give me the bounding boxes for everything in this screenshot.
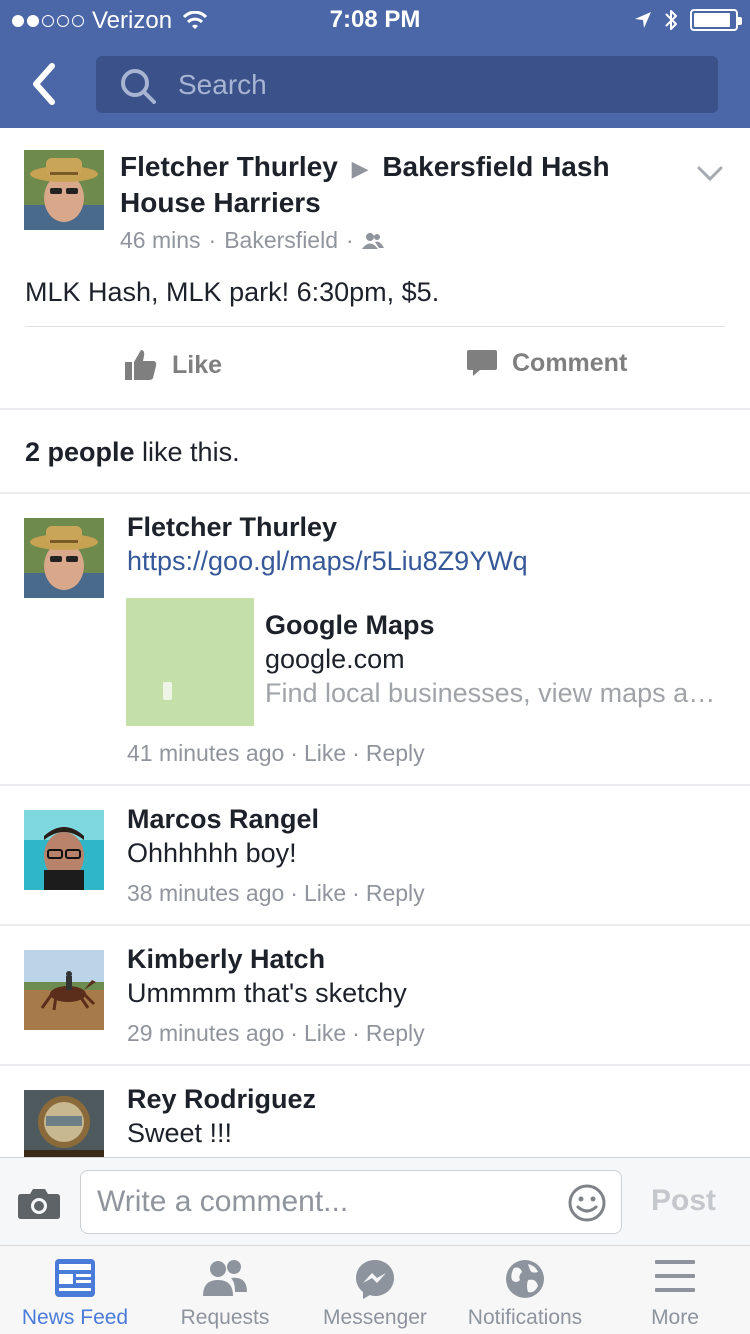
post-text: MLK Hash, MLK park! 6:30pm, $5. [25,277,440,307]
tab-requests[interactable]: Requests [150,1246,300,1334]
comment-reply-button[interactable]: Reply [366,880,425,906]
comment-author[interactable]: Marcos Rangel [127,804,319,835]
likes-summary[interactable]: 2 people like this. [25,437,240,468]
comment-composer: Write a comment... Post [0,1157,750,1245]
group-audience-icon [361,232,384,249]
comment-avatar[interactable] [24,518,104,598]
comment-author[interactable]: Fletcher Thurley [127,512,337,543]
tab-label: Notifications [467,1306,583,1329]
map-pin-icon [163,682,172,700]
comment-meta: 41 minutes ago · Like · Reply [127,740,425,766]
comment-like-button[interactable]: Like [304,740,346,766]
comment-author[interactable]: Kimberly Hatch [127,944,325,975]
tab-label: More [651,1306,699,1329]
link-preview-title[interactable]: Google Maps [265,610,435,641]
bottom-tab-bar: News Feed Requests Messenger Notificatio… [0,1245,750,1334]
tab-notifications[interactable]: Notifications [450,1246,600,1334]
likes-suffix: like this. [134,437,240,467]
news-feed-icon [55,1259,95,1297]
section-divider [0,408,750,410]
comment-text: Ohhhhhh boy! [127,838,297,868]
arrow-right-icon: ▶ [351,156,369,181]
globe-icon [506,1260,544,1298]
tab-messenger[interactable]: Messenger [300,1246,450,1334]
comment-divider [0,784,750,786]
comment-reply-button[interactable]: Reply [366,740,425,766]
chevron-down-icon[interactable] [696,162,724,186]
link-preview-thumbnail[interactable] [126,598,254,726]
link-preview-description: Find local businesses, view maps and get… [265,678,725,708]
post-time[interactable]: 46 mins [120,227,201,254]
battery-icon [690,9,742,31]
thumbs-up-icon [125,350,157,380]
comment-link[interactable]: https://goo.gl/maps/r5Liu8Z9YWq [127,546,528,577]
comment-label: Comment [512,348,628,377]
messenger-icon [356,1260,394,1299]
tab-label: Requests [180,1306,270,1329]
top-bar: Verizon 7:08 PM Search [0,0,750,128]
comment-author[interactable]: Rey Rodriguez [127,1084,316,1115]
back-arrow-icon[interactable] [24,60,68,108]
comment-meta: 38 minutes ago · Like · Reply [127,880,425,906]
comment-text: Sweet !!! [127,1118,233,1148]
post-header-title: Fletcher Thurley ▶ Bakersfield Hash Hous… [120,150,680,220]
comment-avatar[interactable] [24,1090,104,1157]
comment-avatar[interactable] [24,950,104,1030]
comment-like-button[interactable]: Like [304,880,346,906]
comment-divider [0,1064,750,1066]
comment-input-placeholder: Write a comment... [97,1185,349,1218]
comment-time: 29 minutes ago [127,1020,285,1046]
comment-button[interactable]: Comment [466,348,627,378]
comment-divider [0,924,750,926]
section-divider [0,492,750,494]
comment-text: Ummmm that's sketchy [127,978,407,1008]
tab-news-feed[interactable]: News Feed [0,1246,150,1334]
status-bar: Verizon 7:08 PM [0,0,750,40]
search-placeholder: Search [178,69,267,100]
post-meta: 46 mins · Bakersfield · [120,227,384,254]
comment-icon [467,350,497,376]
post-author-avatar[interactable] [24,150,104,230]
search-bar[interactable]: Search [96,56,718,113]
likes-count: 2 people [25,437,135,467]
tab-more[interactable]: More [600,1246,750,1334]
tab-label: Messenger [323,1306,427,1329]
comment-time: 38 minutes ago [127,880,285,906]
comment-avatar[interactable] [24,810,104,890]
comment-meta: 29 minutes ago · Like · Reply [127,1020,425,1046]
friend-requests-icon [203,1260,247,1296]
location-arrow-icon [635,12,651,28]
link-preview-domain: google.com [265,644,405,674]
comment-time: 41 minutes ago [127,740,285,766]
menu-icon [655,1260,695,1292]
like-button[interactable]: Like [124,348,222,382]
comment-input[interactable]: Write a comment... [80,1170,622,1234]
bluetooth-icon [665,10,677,30]
sticker-smiley-icon[interactable] [567,1183,607,1223]
search-icon [121,69,156,104]
divider [25,326,725,327]
tab-label: News Feed [21,1306,129,1329]
like-label: Like [172,350,223,379]
comment-like-button[interactable]: Like [304,1020,346,1046]
post-location[interactable]: Bakersfield [224,227,338,254]
post-author-name[interactable]: Fletcher Thurley [120,151,338,182]
camera-icon[interactable] [17,1186,61,1220]
comment-reply-button[interactable]: Reply [366,1020,425,1046]
post-comment-button[interactable]: Post [651,1184,716,1218]
